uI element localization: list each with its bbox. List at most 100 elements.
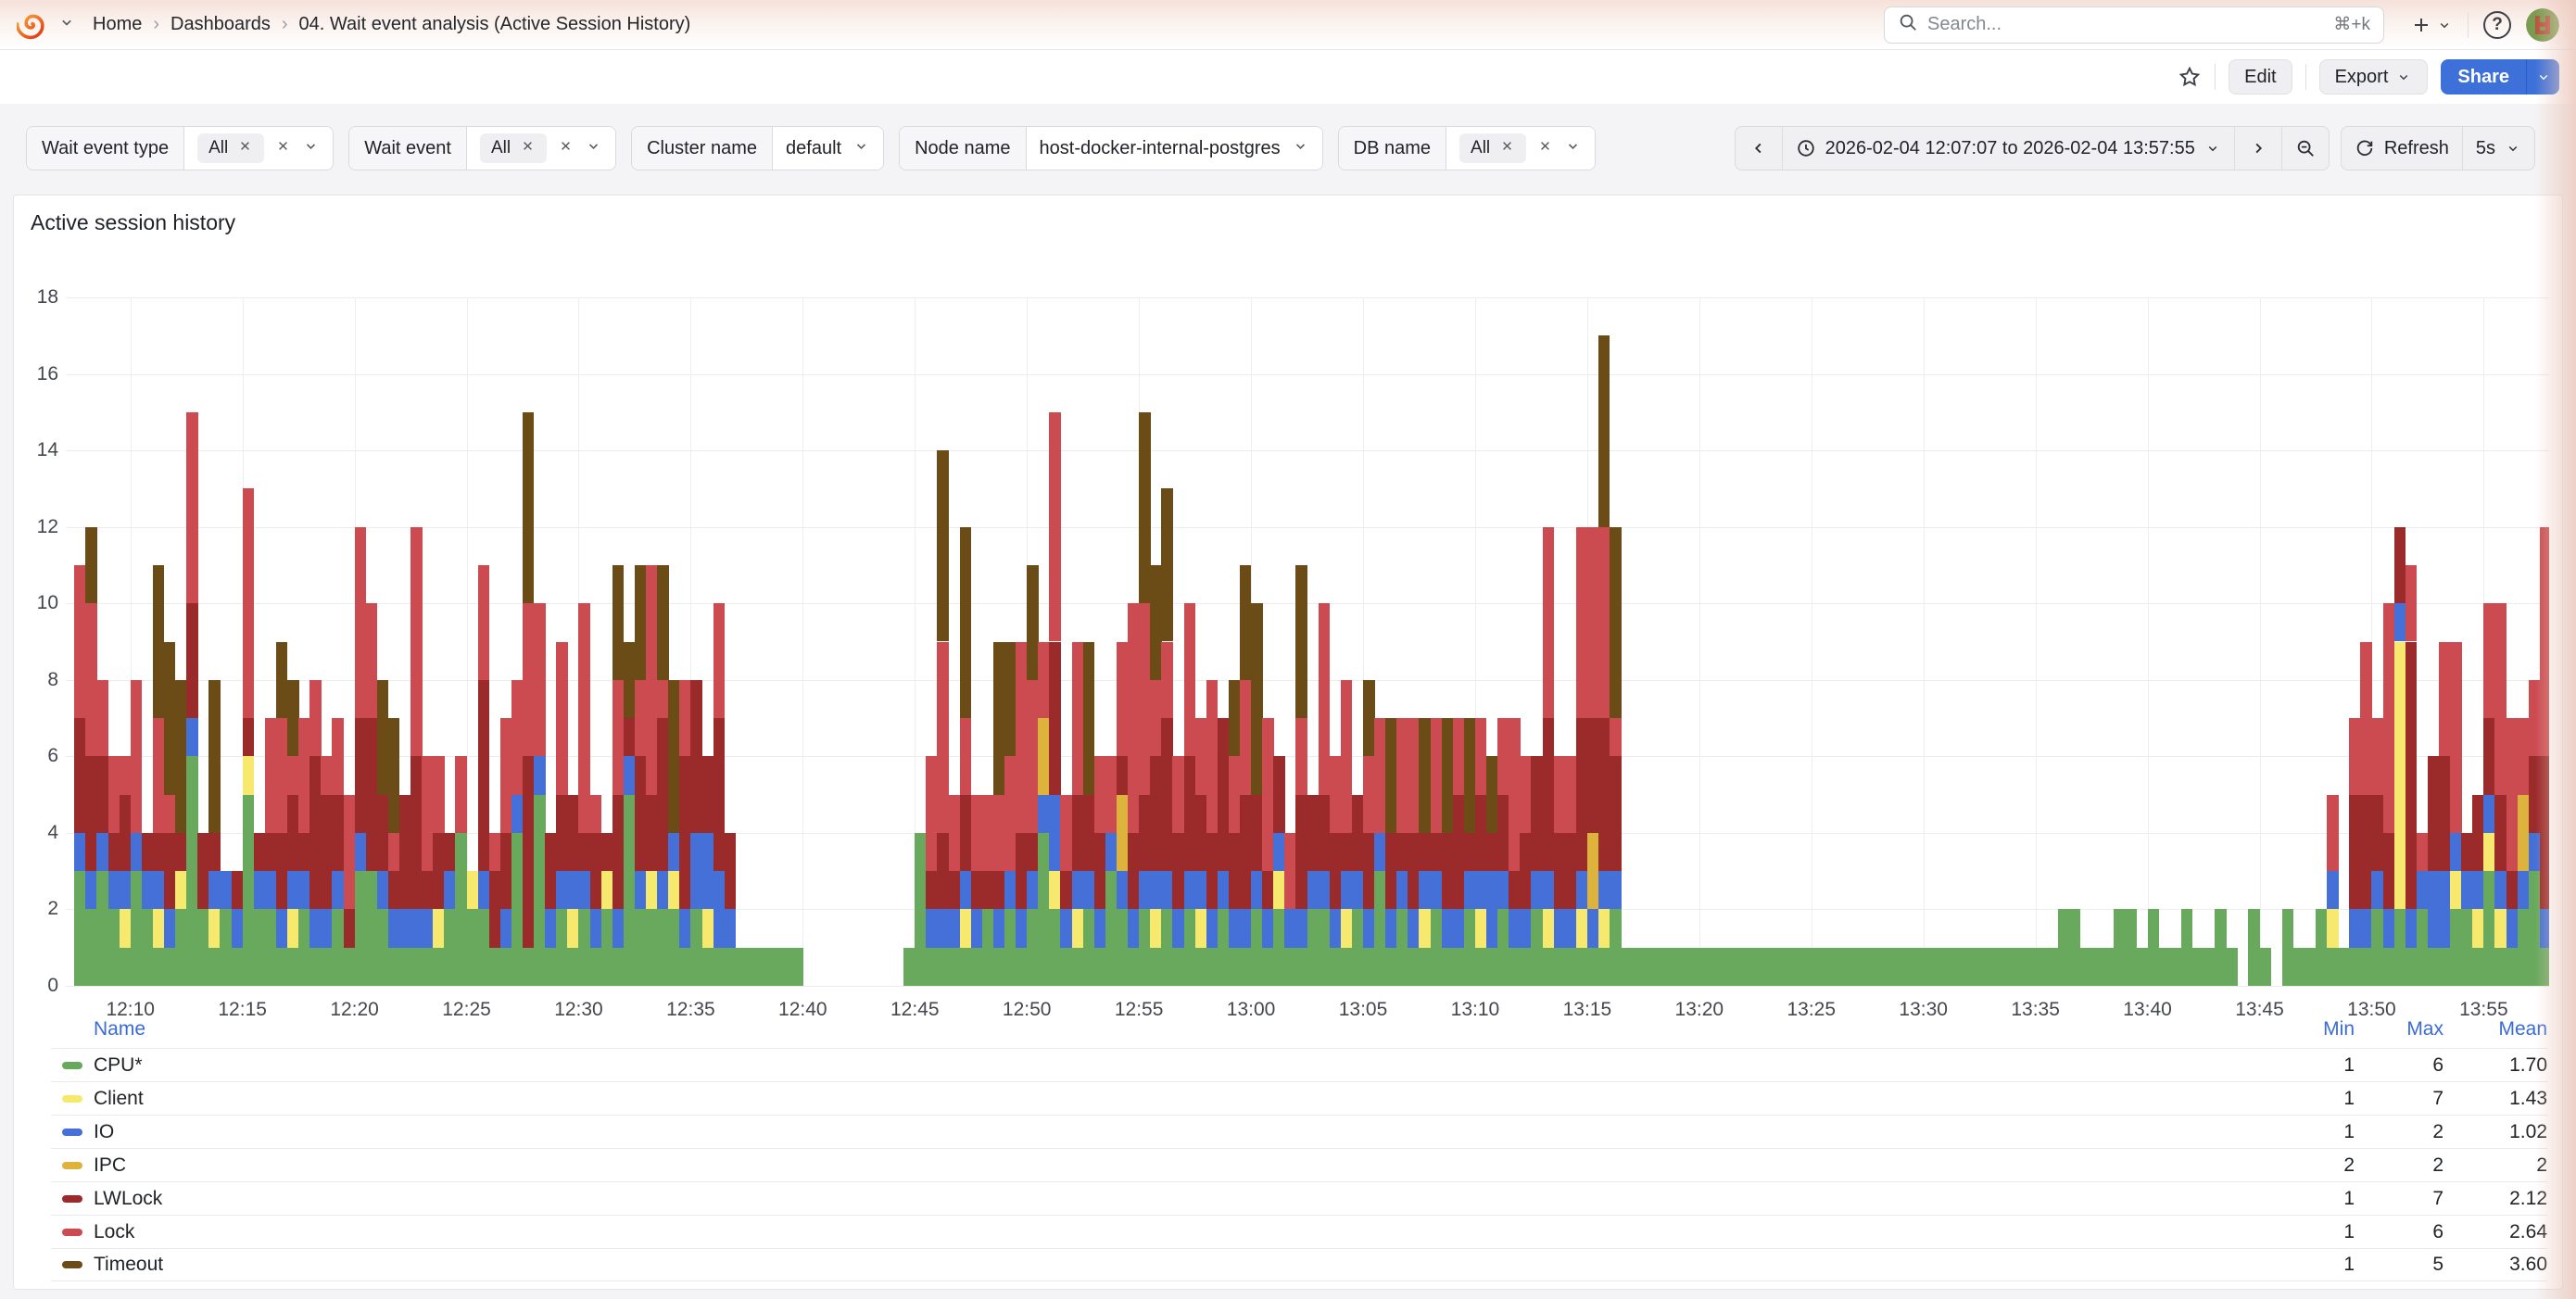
legend-series-name[interactable]: IPC — [51, 1154, 2271, 1177]
clear-all-icon[interactable] — [558, 138, 574, 158]
bar-segment-lwlock — [523, 756, 534, 947]
bar-segment-lock — [1262, 718, 1273, 871]
time-range-picker[interactable]: 2026-02-04 12:07:07 to 2026-02-04 13:57:… — [1782, 127, 2234, 170]
legend-header-max[interactable]: Max — [2355, 1018, 2443, 1040]
chevron-down-icon[interactable] — [852, 137, 870, 159]
bar-segment-io — [1049, 795, 1060, 872]
chevron-down-icon[interactable] — [1292, 137, 1309, 159]
bar-segment-client — [601, 871, 612, 909]
bar-segment-lock — [85, 603, 96, 756]
bar-segment-lwlock — [1341, 833, 1352, 871]
clear-all-icon[interactable] — [275, 138, 291, 158]
bar-segment-timeout — [85, 527, 96, 604]
bar-segment-timeout — [1610, 527, 1621, 718]
bar-segment-lock — [1229, 756, 1240, 833]
legend-series-label: Lock — [94, 1221, 134, 1243]
star-icon[interactable] — [2178, 65, 2202, 89]
avatar[interactable] — [2526, 8, 2559, 42]
legend-series-name[interactable]: IO — [51, 1121, 2271, 1143]
filter-chip[interactable]: All — [197, 133, 264, 163]
filter-value[interactable]: All — [1446, 127, 1595, 170]
legend-series-name[interactable]: Client — [51, 1088, 2271, 1110]
bar-segment-lwlock — [366, 718, 377, 871]
bar-segment-lock — [2529, 680, 2540, 757]
filter-value[interactable]: All — [184, 127, 333, 170]
legend-header-min[interactable]: Min — [2271, 1018, 2355, 1040]
filter-value[interactable]: All — [467, 127, 615, 170]
panel-title[interactable]: Active session history — [31, 210, 235, 235]
bar-segment-lwlock — [2371, 795, 2382, 872]
remove-value-icon[interactable] — [237, 138, 253, 159]
clear-all-icon[interactable] — [1537, 138, 1553, 158]
bar-segment-lwlock — [355, 718, 366, 833]
edit-button[interactable]: Edit — [2229, 59, 2292, 95]
bar-segment-cpu — [2226, 948, 2237, 986]
grafana-logo[interactable] — [17, 9, 48, 41]
remove-value-icon[interactable] — [1499, 138, 1515, 159]
legend-mean-value: 3.60 — [2443, 1254, 2547, 1276]
search-box[interactable]: ⌘+k — [1884, 6, 2384, 44]
legend-series-name[interactable]: LWLock — [51, 1188, 2271, 1210]
filter-wait-event-type: Wait event typeAll — [26, 126, 334, 170]
bar-segment-cpu — [2461, 909, 2472, 986]
bar-segment-cpu — [96, 871, 107, 986]
chevron-down-icon[interactable] — [302, 137, 320, 159]
share-button[interactable]: Share — [2441, 59, 2526, 95]
bar-segment-lock — [1565, 756, 1576, 833]
time-shift-back-button[interactable] — [1736, 127, 1782, 170]
bar-segment-io — [1464, 871, 1475, 909]
bar-segment-io — [377, 871, 388, 909]
bar-segment-lock — [2450, 642, 2461, 833]
bar-segment-cpu — [635, 909, 646, 986]
bar-segment-io — [545, 909, 556, 947]
remove-value-icon[interactable] — [520, 138, 536, 159]
nav-divider — [2468, 12, 2469, 38]
filter-chip[interactable]: All — [480, 133, 547, 163]
filter-value[interactable]: default — [773, 127, 883, 170]
chevron-down-icon[interactable] — [585, 137, 602, 159]
bar-segment-io — [232, 909, 243, 947]
org-switcher-chevron-icon[interactable] — [57, 13, 76, 36]
filter-chip[interactable]: All — [1459, 133, 1526, 163]
chevron-down-icon[interactable] — [1564, 137, 1582, 159]
bar-segment-cpu — [556, 909, 567, 986]
refresh-interval-select[interactable]: 5s — [2462, 127, 2534, 170]
legend-header-name[interactable]: Name — [51, 1018, 2271, 1040]
legend-mean-value: 2.64 — [2443, 1221, 2547, 1243]
legend-row: LWLock172.12 — [51, 1181, 2547, 1215]
legend-swatch-icon — [62, 1261, 82, 1268]
bar-segment-lwlock — [612, 795, 624, 910]
refresh-button[interactable]: Refresh — [2342, 127, 2462, 170]
bar-segment-cpu — [1475, 948, 1486, 986]
legend-header-mean[interactable]: Mean — [2443, 1018, 2547, 1040]
bar-segment-io — [164, 909, 175, 947]
legend-series-name[interactable]: Timeout — [51, 1254, 2271, 1276]
add-new-button[interactable] — [2410, 14, 2453, 36]
bar-segment-timeout — [164, 642, 175, 795]
bar-segment-cpu — [2483, 871, 2494, 986]
time-shift-forward-button[interactable] — [2234, 127, 2281, 170]
x-gridline — [1699, 297, 1700, 986]
legend-series-name[interactable]: CPU* — [51, 1054, 2271, 1077]
bar-segment-cpu — [2338, 948, 2349, 986]
breadcrumb-item[interactable]: Dashboards — [170, 14, 271, 35]
plot-area[interactable]: 02468101214161812:1012:1512:2012:2512:30… — [66, 297, 2549, 986]
bar-segment-io — [1497, 871, 1509, 909]
bar-segment-lwlock — [1497, 795, 1509, 872]
bar-segment-cpu — [2316, 909, 2327, 986]
help-icon[interactable]: ? — [2483, 11, 2511, 39]
bar-segment-io — [1027, 871, 1038, 909]
search-input[interactable] — [1927, 14, 2324, 35]
legend-series-name[interactable]: Lock — [51, 1221, 2271, 1243]
filter-value[interactable]: host-docker-internal-postgres — [1027, 127, 1322, 170]
share-menu-chevron-icon[interactable] — [2526, 59, 2559, 95]
bar-segment-cpu — [1172, 948, 1183, 986]
bar-segment-cpu — [186, 756, 197, 986]
export-button[interactable]: Export — [2319, 59, 2429, 95]
bar-segment-cpu — [2540, 948, 2549, 986]
bar-segment-cpu — [1543, 948, 1554, 986]
zoom-out-icon[interactable] — [2281, 127, 2329, 170]
bar-segment-lwlock — [578, 833, 589, 871]
bar-segment-lock — [926, 756, 937, 871]
breadcrumb-item[interactable]: Home — [93, 14, 142, 35]
